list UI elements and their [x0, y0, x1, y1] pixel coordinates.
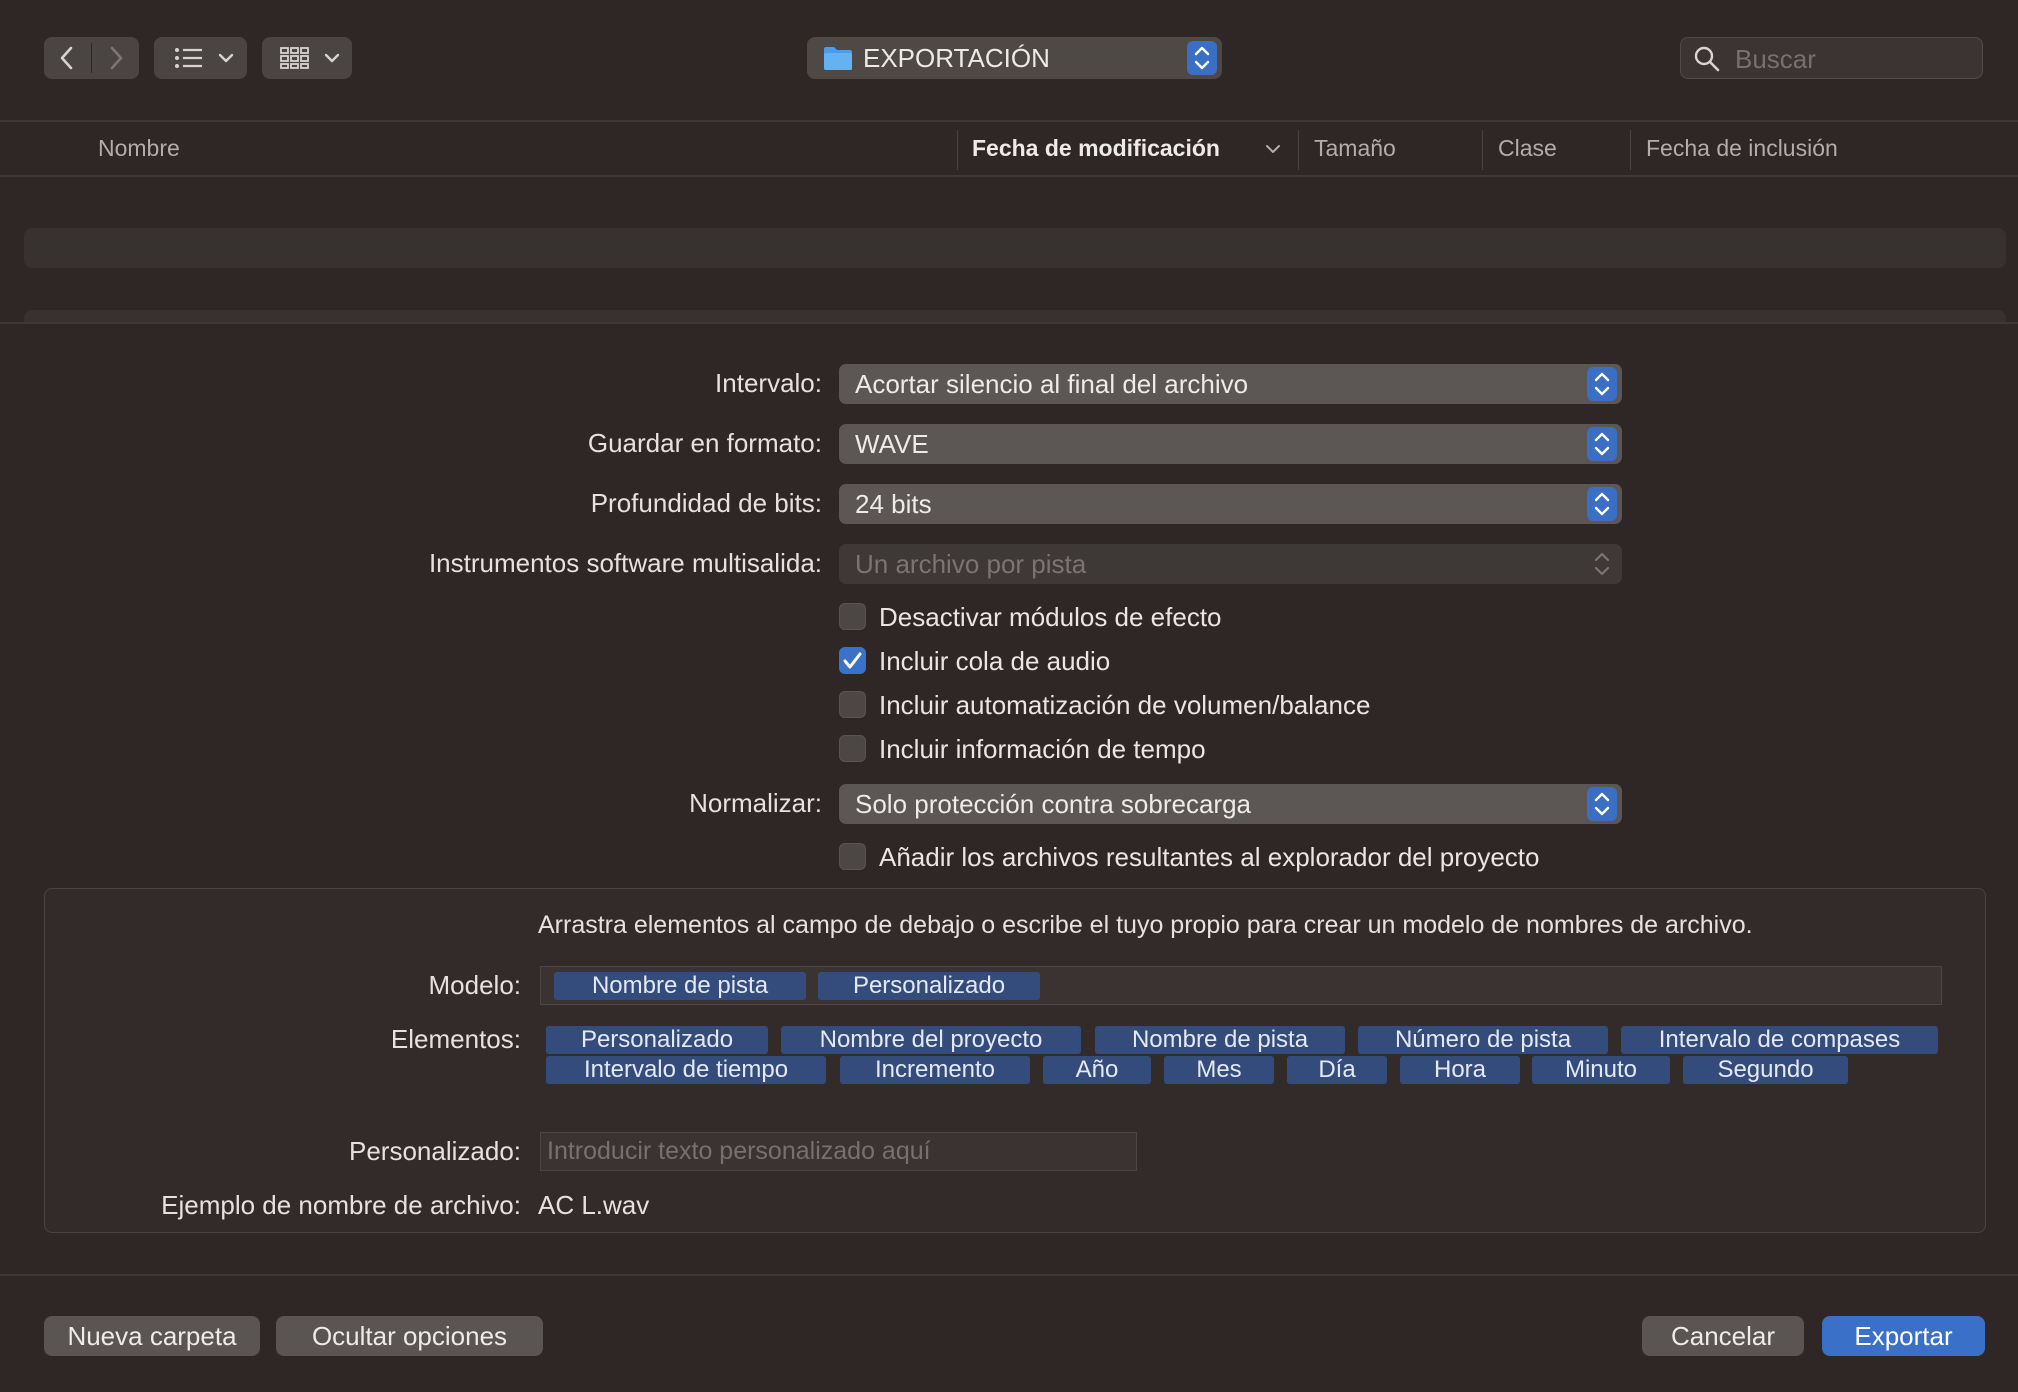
element-token[interactable]: Nombre de pista [1095, 1026, 1345, 1054]
checkbox-disable-plugins[interactable] [839, 603, 866, 630]
checkbox-include-audio-tail-label: Incluir cola de audio [879, 646, 1111, 676]
chevron-down-icon [218, 53, 234, 63]
list-view-button[interactable] [154, 37, 247, 79]
folder-icon [824, 47, 852, 70]
multi-output-label: Instrumentos software multisalida: [428, 548, 822, 578]
element-token[interactable]: Segundo [1683, 1056, 1848, 1084]
multi-output-stepper [1587, 547, 1617, 581]
element-token[interactable]: Hora [1400, 1056, 1520, 1084]
updown-chevron-icon [1194, 46, 1210, 70]
bit-depth-label: Profundidad de bits: [590, 488, 822, 518]
interval-popup[interactable]: Acortar silencio al final del archivo [839, 364, 1622, 404]
model-field[interactable]: Nombre de pista Personalizado [540, 966, 1942, 1005]
sort-chevron-down-icon[interactable] [1264, 142, 1282, 156]
element-token[interactable]: Año [1043, 1056, 1151, 1084]
example-filename: AC L.wav [538, 1190, 650, 1220]
hide-options-button[interactable]: Ocultar opciones [276, 1316, 543, 1356]
checkbox-include-tempo[interactable] [839, 735, 866, 762]
model-label: Modelo: [428, 970, 522, 1000]
cancel-button[interactable]: Cancelar [1642, 1316, 1804, 1356]
back-forward-control [44, 37, 139, 79]
element-token[interactable]: Personalizado [546, 1026, 768, 1054]
element-token[interactable]: Minuto [1532, 1056, 1670, 1084]
checkmark-icon [843, 652, 862, 669]
interval-label: Intervalo: [715, 368, 822, 398]
custom-text-field[interactable]: Introducir texto personalizado aquí [540, 1132, 1137, 1171]
element-token[interactable]: Nombre del proyecto [781, 1026, 1081, 1054]
interval-stepper [1587, 367, 1617, 401]
interval-value: Acortar silencio al final del archivo [855, 369, 1249, 399]
example-label: Ejemplo de nombre de archivo: [161, 1190, 521, 1220]
file-list-row-stripe [24, 228, 2006, 268]
chevron-right-icon [110, 46, 123, 70]
normalize-label: Normalizar: [689, 788, 822, 818]
element-token[interactable]: Intervalo de tiempo [546, 1056, 826, 1084]
file-list-row-stripe [24, 310, 2006, 322]
search-placeholder: Buscar [1735, 44, 1816, 74]
search-icon [1694, 46, 1720, 72]
checkbox-include-automation[interactable] [839, 691, 866, 718]
checkbox-include-tempo-label: Incluir información de tempo [879, 734, 1206, 764]
search-field[interactable]: Buscar [1680, 37, 1983, 79]
normalize-stepper [1587, 787, 1617, 821]
forward-button[interactable] [92, 37, 139, 79]
new-folder-button[interactable]: Nueva carpeta [44, 1316, 260, 1356]
custom-text-placeholder: Introducir texto personalizado aquí [547, 1137, 931, 1165]
grid-view-button[interactable] [262, 37, 352, 79]
updown-chevron-icon [1594, 372, 1610, 396]
format-stepper [1587, 427, 1617, 461]
elements-label: Elementos: [390, 1024, 521, 1054]
checkbox-include-automation-label: Incluir automatización de volumen/balanc… [879, 690, 1371, 720]
location-stepper [1187, 41, 1217, 75]
column-header-date-added[interactable]: Fecha de inclusión [1646, 134, 1838, 162]
element-token[interactable]: Intervalo de compases [1621, 1026, 1938, 1054]
element-token[interactable]: Día [1287, 1056, 1387, 1084]
updown-chevron-icon [1594, 432, 1610, 456]
column-header-name[interactable]: Nombre [98, 134, 180, 162]
normalize-value: Solo protección contra sobrecarga [855, 789, 1252, 819]
element-token[interactable]: Mes [1164, 1056, 1274, 1084]
updown-chevron-icon [1594, 792, 1610, 816]
bit-depth-value: 24 bits [855, 489, 932, 519]
bit-depth-popup[interactable]: 24 bits [839, 484, 1622, 524]
checkbox-disable-plugins-label: Desactivar módulos de efecto [879, 602, 1222, 632]
element-token[interactable]: Número de pista [1358, 1026, 1608, 1054]
chevron-left-icon [60, 46, 73, 70]
export-button[interactable]: Exportar [1822, 1316, 1985, 1356]
element-token[interactable]: Incremento [840, 1056, 1030, 1084]
normalize-popup[interactable]: Solo protección contra sobrecarga [839, 784, 1622, 824]
format-value: WAVE [855, 429, 929, 459]
model-token[interactable]: Personalizado [818, 972, 1040, 1000]
column-header-size[interactable]: Tamaño [1314, 134, 1396, 162]
naming-instructions: Arrastra elementos al campo de debajo o … [538, 911, 1753, 939]
back-button[interactable] [44, 37, 91, 79]
model-token[interactable]: Nombre de pista [554, 972, 806, 1000]
updown-chevron-icon [1594, 552, 1610, 576]
updown-chevron-icon [1594, 492, 1610, 516]
custom-label: Personalizado: [349, 1136, 521, 1166]
format-popup[interactable]: WAVE [839, 424, 1622, 464]
format-label: Guardar en formato: [587, 428, 822, 458]
column-header-kind[interactable]: Clase [1498, 134, 1557, 162]
location-label: EXPORTACIÓN [863, 43, 1050, 73]
grid-icon [280, 47, 309, 69]
column-header-date-modified[interactable]: Fecha de modificación [972, 134, 1220, 162]
checkbox-include-audio-tail[interactable] [839, 647, 866, 674]
multi-output-value: Un archivo por pista [855, 549, 1087, 579]
chevron-down-icon [324, 53, 340, 63]
multi-output-popup: Un archivo por pista [839, 544, 1622, 584]
location-popup[interactable]: EXPORTACIÓN [807, 37, 1222, 79]
checkbox-add-to-browser[interactable] [839, 843, 866, 870]
checkbox-add-to-browser-label: Añadir los archivos resultantes al explo… [879, 842, 1540, 872]
bit-depth-stepper [1587, 487, 1617, 521]
list-icon [175, 48, 202, 68]
